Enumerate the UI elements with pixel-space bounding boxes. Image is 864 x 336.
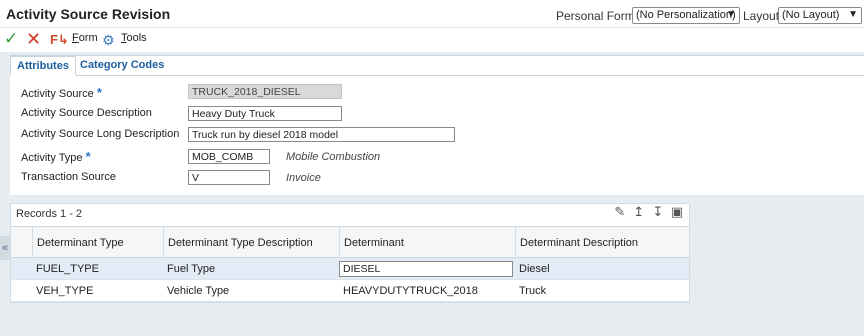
title-bar: Activity Source Revision Personal Form: … (0, 0, 864, 28)
ok-check-icon[interactable]: ✓ (4, 30, 18, 48)
row-select-header (11, 227, 32, 258)
transaction-source-field[interactable]: V (188, 170, 270, 185)
activity-type-label: Activity Type * (21, 149, 91, 164)
required-asterisk-icon: * (96, 85, 102, 100)
column-header-determinant[interactable]: Determinant (339, 227, 515, 258)
cell-determinant-type: VEH_TYPE (36, 285, 94, 297)
tab-category-codes[interactable]: Category Codes (74, 56, 170, 76)
form-menu-button[interactable]: Form (72, 32, 98, 44)
records-count: Records 1 - 2 (16, 208, 83, 220)
layout-value: (No Layout) (782, 9, 840, 21)
column-header-determinant-description[interactable]: Determinant Description (515, 227, 689, 258)
toolbar: ✓ ✕ F↳ Form ⚙ Tools (0, 28, 864, 52)
determinants-grid: Records 1 - 2 ✎ ↥ ↧ ▣ Determinant Type D… (10, 203, 690, 303)
cell-determinant-description: Truck (519, 285, 547, 297)
cell-determinant-input[interactable]: DIESEL (339, 261, 513, 277)
export-icon[interactable]: ↥ (632, 205, 646, 219)
gear-icon[interactable]: ⚙ (102, 31, 115, 49)
required-asterisk-icon: * (85, 149, 91, 164)
cell-determinant: HEAVYDUTYTRUCK_2018 (343, 285, 478, 297)
table-row[interactable]: VEH_TYPE Vehicle Type HEAVYDUTYTRUCK_201… (11, 280, 689, 302)
table-row[interactable]: FUEL_TYPE Fuel Type DIESEL Diesel (11, 258, 689, 280)
cancel-x-icon[interactable]: ✕ (26, 30, 41, 48)
activity-source-description-label: Activity Source Description (21, 107, 152, 119)
cell-determinant-type-description: Fuel Type (167, 263, 216, 275)
layout-label: Layout: (743, 9, 783, 23)
form-menu-icon[interactable]: F↳ (50, 31, 69, 49)
personal-form-select[interactable]: (No Personalization) ▼ (632, 7, 740, 24)
cell-determinant-type-description: Vehicle Type (167, 285, 230, 297)
personal-form-value: (No Personalization) (636, 9, 736, 21)
transaction-source-description: Invoice (286, 172, 321, 184)
attributes-panel: Attributes Category Codes Activity Sourc… (10, 55, 864, 195)
chevron-down-icon: ▼ (726, 9, 736, 20)
page-title: Activity Source Revision (6, 6, 171, 22)
activity-source-long-description-label: Activity Source Long Description (21, 128, 180, 140)
import-icon[interactable]: ↧ (651, 205, 665, 219)
layout-select[interactable]: (No Layout) ▼ (778, 7, 862, 24)
grid-toolbar: ✎ ↥ ↧ ▣ (611, 205, 684, 223)
activity-source-description-field[interactable]: Heavy Duty Truck (188, 106, 342, 121)
activity-type-field[interactable]: MOB_COMB (188, 149, 270, 164)
cell-determinant-description: Diesel (519, 263, 550, 275)
transaction-source-label: Transaction Source (21, 171, 116, 183)
column-header-determinant-type[interactable]: Determinant Type (32, 227, 163, 258)
chevron-down-icon: ▼ (848, 9, 858, 20)
activity-source-field: TRUCK_2018_DIESEL (188, 84, 342, 99)
activity-type-description: Mobile Combustion (286, 151, 381, 163)
column-header-determinant-type-description[interactable]: Determinant Type Description (163, 227, 339, 258)
tools-menu-button[interactable]: Tools (121, 32, 147, 44)
activity-source-label: Activity Source * (21, 85, 102, 100)
activity-source-long-description-field[interactable]: Truck run by diesel 2018 model (188, 127, 455, 142)
grid-header-row: Determinant Type Determinant Type Descri… (11, 226, 689, 258)
collapse-sidebar-handle[interactable]: « (0, 236, 10, 260)
maximize-icon[interactable]: ▣ (670, 205, 684, 219)
tab-attributes[interactable]: Attributes (10, 56, 76, 76)
personal-form-label: Personal Form: (556, 9, 639, 23)
edit-icon[interactable]: ✎ (613, 205, 627, 219)
tab-strip: Attributes Category Codes (10, 56, 864, 76)
cell-determinant-type: FUEL_TYPE (36, 263, 99, 275)
